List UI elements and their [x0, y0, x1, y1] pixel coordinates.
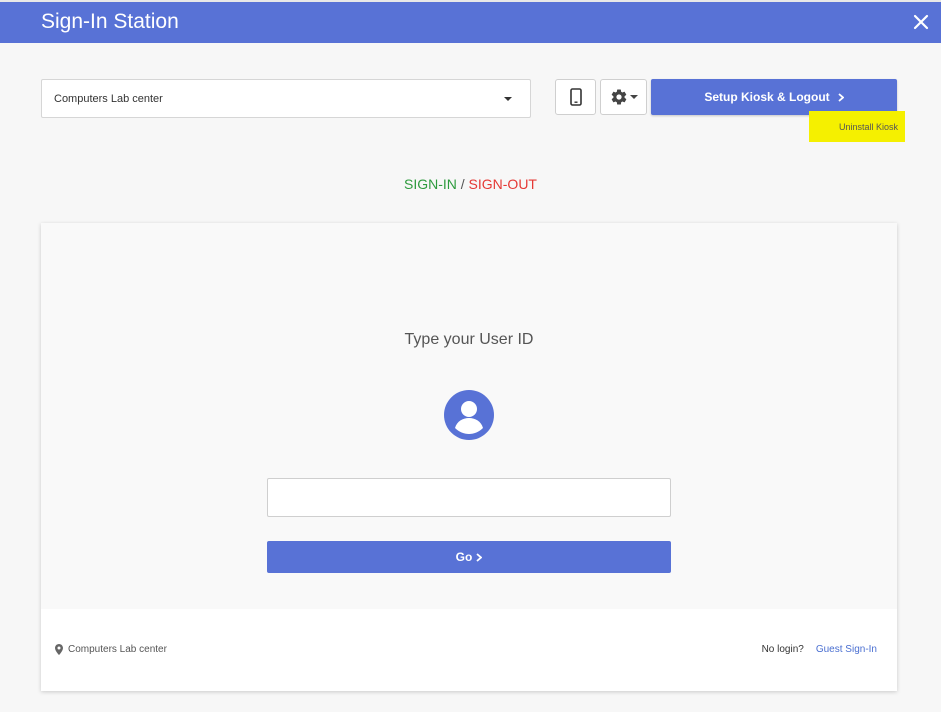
setup-kiosk-logout-label: Setup Kiosk & Logout	[704, 90, 830, 104]
gear-icon	[611, 89, 626, 105]
setup-kiosk-logout-button[interactable]: Setup Kiosk & Logout	[651, 79, 897, 115]
location-select-value: Computers Lab center	[54, 93, 163, 105]
chevron-right-icon	[476, 552, 483, 562]
close-icon	[913, 14, 929, 30]
no-login-text: No login?	[761, 644, 804, 655]
location-select[interactable]: Computers Lab center	[41, 79, 531, 118]
sign-in-card-body: Type your User ID Go	[41, 223, 897, 609]
map-pin-icon	[55, 644, 63, 655]
go-button-label: Go	[455, 550, 473, 564]
footer-location-label: Computers Lab center	[68, 644, 167, 655]
mobile-view-button[interactable]	[555, 79, 596, 115]
go-button[interactable]: Go	[267, 541, 671, 573]
user-id-input[interactable]	[267, 478, 671, 517]
sign-out-label: SIGN-OUT	[468, 176, 537, 192]
mobile-phone-icon	[569, 88, 582, 106]
user-avatar-icon	[444, 390, 494, 440]
guest-login-area: No login? Guest Sign-In	[762, 644, 877, 655]
settings-dropdown-button[interactable]	[600, 79, 647, 115]
mode-title: SIGN-IN / SIGN-OUT	[0, 176, 941, 192]
window-title: Sign-In Station	[41, 10, 179, 33]
card-footer: Computers Lab center No login? Guest Sig…	[41, 609, 897, 691]
chevron-right-icon	[838, 92, 844, 102]
guest-sign-in-link[interactable]: Guest Sign-In	[816, 644, 877, 655]
caret-down-icon	[629, 95, 638, 99]
user-id-prompt: Type your User ID	[404, 331, 534, 348]
sign-in-card: Type your User ID Go Computers Lab cente…	[41, 223, 897, 691]
mode-separator: /	[456, 176, 469, 192]
footer-location: Computers Lab center	[55, 644, 167, 655]
title-bar: Sign-In Station	[0, 0, 941, 43]
close-button[interactable]	[911, 12, 931, 32]
uninstall-kiosk-link[interactable]: Uninstall Kiosk	[809, 111, 905, 142]
caret-down-icon	[504, 97, 512, 101]
sign-in-label: SIGN-IN	[403, 176, 457, 192]
